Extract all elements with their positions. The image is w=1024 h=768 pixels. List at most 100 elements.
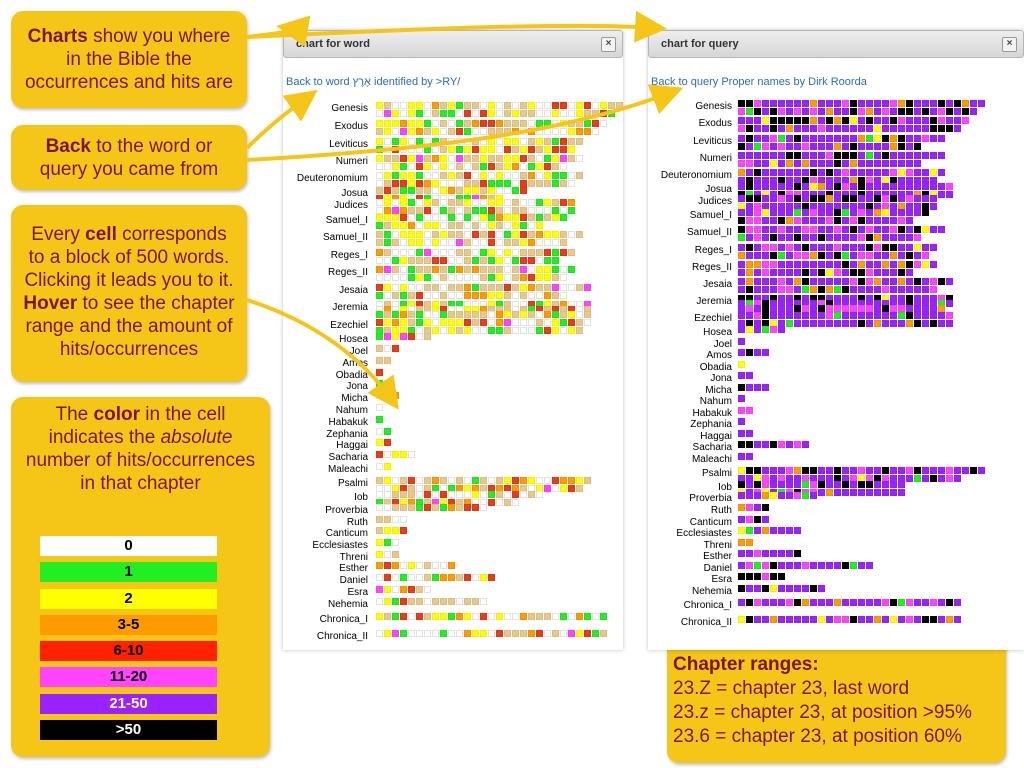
chart-cell[interactable] — [528, 138, 535, 145]
chart-cell[interactable] — [866, 226, 873, 233]
chart-cell[interactable] — [384, 504, 391, 511]
chart-cell[interactable] — [922, 278, 929, 285]
chart-cell[interactable] — [400, 207, 407, 214]
chart-cell[interactable] — [416, 102, 423, 109]
chart-cell[interactable] — [528, 477, 535, 484]
chart-cell[interactable] — [512, 120, 519, 127]
chart-cell[interactable] — [770, 143, 777, 150]
chart-cell[interactable] — [850, 100, 857, 107]
chart-cell[interactable] — [818, 261, 825, 268]
chart-cell[interactable] — [850, 152, 857, 159]
chart-cell[interactable] — [432, 477, 439, 484]
chart-cell[interactable] — [850, 135, 857, 142]
chart-cell[interactable] — [786, 320, 793, 327]
chart-cell[interactable] — [416, 491, 423, 498]
chart-cell[interactable] — [834, 244, 841, 251]
chart-cell[interactable] — [850, 125, 857, 132]
chart-cell[interactable] — [480, 311, 487, 318]
chart-cell[interactable] — [962, 100, 969, 107]
chart-cell[interactable] — [778, 326, 785, 333]
chart-cell[interactable] — [738, 349, 745, 356]
chart-cell[interactable] — [762, 349, 769, 356]
chart-cell[interactable] — [552, 163, 559, 170]
chart-cell[interactable] — [794, 195, 801, 202]
chart-cell[interactable] — [858, 320, 865, 327]
chart-cell[interactable] — [376, 257, 383, 264]
chart-cell[interactable] — [898, 312, 905, 319]
chart-cell[interactable] — [528, 180, 535, 187]
chart-cell[interactable] — [810, 286, 817, 293]
chart-cell[interactable] — [842, 261, 849, 268]
chart-cell[interactable] — [794, 244, 801, 251]
chart-cell[interactable] — [424, 120, 431, 127]
chart-cell[interactable] — [786, 160, 793, 167]
chart-cell[interactable] — [738, 504, 745, 511]
chart-cell[interactable] — [560, 327, 567, 334]
chart-cell[interactable] — [930, 100, 937, 107]
chart-cell[interactable] — [914, 183, 921, 190]
chart-cell[interactable] — [480, 172, 487, 179]
chart-cell[interactable] — [560, 292, 567, 299]
chart-cell[interactable] — [552, 249, 559, 256]
chart-cell[interactable] — [496, 102, 503, 109]
chart-cell[interactable] — [400, 110, 407, 117]
chart-cell[interactable] — [552, 102, 559, 109]
chart-cell[interactable] — [456, 274, 463, 281]
chart-cell[interactable] — [898, 117, 905, 124]
chart-cell[interactable] — [810, 135, 817, 142]
chart-cell[interactable] — [834, 252, 841, 259]
chart-cell[interactable] — [496, 172, 503, 179]
chart-cell[interactable] — [882, 261, 889, 268]
chart-cell[interactable] — [882, 269, 889, 276]
chart-cell[interactable] — [464, 630, 471, 637]
chart-cell[interactable] — [464, 491, 471, 498]
chart-cell[interactable] — [456, 180, 463, 187]
chart-cell[interactable] — [858, 108, 865, 115]
chart-cell[interactable] — [898, 160, 905, 167]
chart-cell[interactable] — [890, 481, 897, 488]
chart-cell[interactable] — [882, 217, 889, 224]
chart-cell[interactable] — [408, 172, 415, 179]
chart-cell[interactable] — [384, 477, 391, 484]
chart-cell[interactable] — [882, 125, 889, 132]
chart-cell[interactable] — [738, 481, 745, 488]
chart-cell[interactable] — [408, 214, 415, 221]
chart-cell[interactable] — [504, 266, 511, 273]
chart-cell[interactable] — [746, 125, 753, 132]
chart-cell[interactable] — [384, 345, 391, 352]
chart-cell[interactable] — [770, 573, 777, 580]
chart-cell[interactable] — [600, 613, 607, 620]
chart-cell[interactable] — [778, 143, 785, 150]
chart-cell[interactable] — [520, 630, 527, 637]
chart-cell[interactable] — [384, 562, 391, 569]
chart-cell[interactable] — [424, 199, 431, 206]
chart-cell[interactable] — [456, 491, 463, 498]
chart-cell[interactable] — [416, 257, 423, 264]
chart-cell[interactable] — [762, 312, 769, 319]
chart-cell[interactable] — [464, 284, 471, 291]
chart-cell[interactable] — [424, 274, 431, 281]
chart-cell[interactable] — [930, 195, 937, 202]
chart-cell[interactable] — [424, 163, 431, 170]
chart-cell[interactable] — [810, 195, 817, 202]
chart-cell[interactable] — [528, 311, 535, 318]
chart-cell[interactable] — [560, 266, 567, 273]
chart-cell[interactable] — [424, 491, 431, 498]
chart-cell[interactable] — [400, 527, 407, 534]
chart-cell[interactable] — [762, 305, 769, 312]
chart-cell[interactable] — [464, 199, 471, 206]
chart-cell[interactable] — [922, 125, 929, 132]
chart-cell[interactable] — [858, 616, 865, 623]
chart-cell[interactable] — [818, 585, 825, 592]
chart-cell[interactable] — [770, 160, 777, 167]
chart-cell[interactable] — [930, 320, 937, 327]
chart-cell[interactable] — [810, 234, 817, 241]
chart-cell[interactable] — [376, 284, 383, 291]
chart-cell[interactable] — [424, 257, 431, 264]
chart-cell[interactable] — [954, 616, 961, 623]
chart-cell[interactable] — [794, 467, 801, 474]
chart-cell[interactable] — [922, 244, 929, 251]
chart-cell[interactable] — [392, 451, 399, 458]
chart-cell[interactable] — [962, 117, 969, 124]
chart-cell[interactable] — [432, 613, 439, 620]
